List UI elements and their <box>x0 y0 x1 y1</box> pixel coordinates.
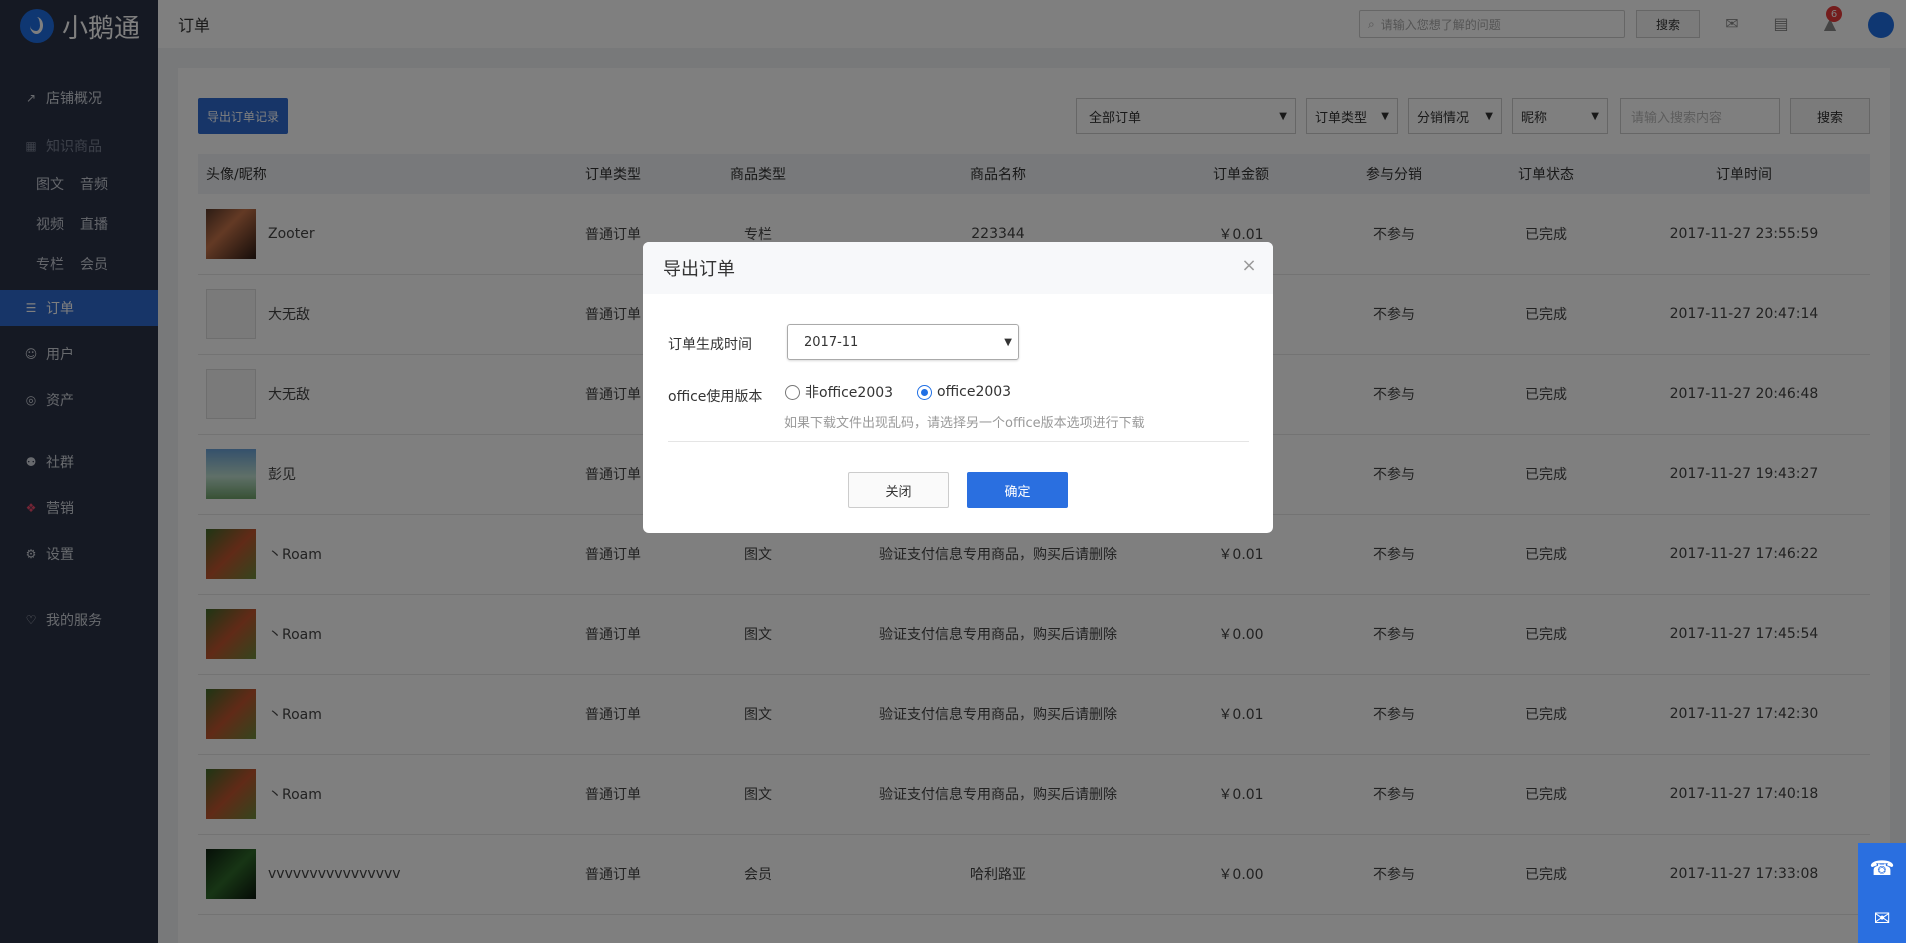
divider <box>668 441 1249 442</box>
date-select[interactable]: 2017-11 ▼ <box>787 324 1019 360</box>
close-icon[interactable]: × <box>1239 256 1259 276</box>
radio-indicator[interactable] <box>785 384 800 400</box>
close-button[interactable]: 关闭 <box>848 472 949 508</box>
radio-office2003[interactable]: office2003 <box>917 382 1011 402</box>
radio-label: office2003 <box>937 384 1012 400</box>
dialog-header: 导出订单 × <box>643 242 1273 294</box>
office-version-label: office使用版本 <box>668 389 763 405</box>
dialog-title: 导出订单 <box>663 259 735 280</box>
radio-non-office2003[interactable]: 非office2003 <box>785 382 893 402</box>
encoding-hint: 如果下载文件出现乱码，请选择另一个office版本选项进行下载 <box>784 416 1145 431</box>
date-label: 订单生成时间 <box>668 337 752 353</box>
chat-icon[interactable]: ✉ <box>1874 906 1891 930</box>
phone-icon[interactable]: ☎ <box>1870 856 1895 880</box>
radio-indicator[interactable] <box>917 384 933 400</box>
export-dialog: 导出订单 × 订单生成时间 2017-11 ▼ office使用版本 非offi… <box>643 242 1273 533</box>
office-version-group: 非office2003 office2003 <box>785 382 1011 402</box>
dialog-body: 订单生成时间 2017-11 ▼ office使用版本 非office2003 … <box>643 294 1273 533</box>
contact-widget: ☎ ✉ <box>1858 843 1906 943</box>
date-value: 2017-11 <box>804 334 859 350</box>
chevron-down-icon: ▼ <box>1004 336 1012 348</box>
radio-label: 非office2003 <box>805 385 894 401</box>
confirm-button[interactable]: 确定 <box>967 472 1068 508</box>
